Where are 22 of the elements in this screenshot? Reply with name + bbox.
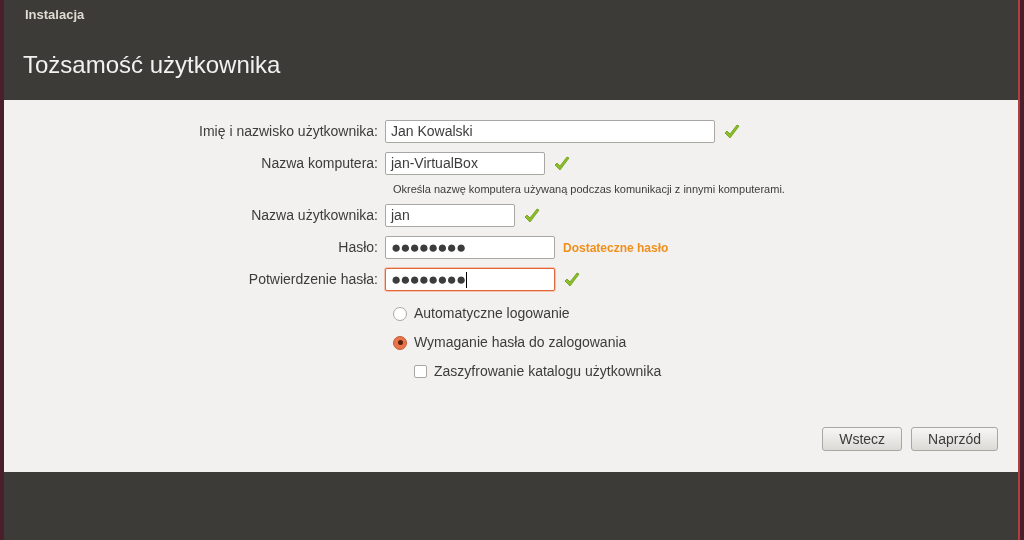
window-title: Instalacja xyxy=(25,6,85,25)
password-field[interactable]: ●●●●●●●● xyxy=(385,268,555,291)
field-label: Imię i nazwisko użytkownika: xyxy=(198,122,379,141)
field-label: Potwierdzenie hasła: xyxy=(247,270,379,289)
radio-label[interactable]: Automatyczne logowanie xyxy=(414,303,570,324)
radio-label[interactable]: Wymaganie hasła do zalogowania xyxy=(414,332,627,353)
password-field[interactable]: ●●●●●●●● xyxy=(385,236,555,259)
input-field[interactable]: jan xyxy=(385,204,515,227)
page-title: Tożsamość użytkownika xyxy=(23,50,281,80)
radio-button[interactable] xyxy=(393,335,407,350)
field-label: Nazwa komputera: xyxy=(260,154,379,173)
nav-button[interactable]: Wstecz xyxy=(822,427,903,451)
hint-text: Określa nazwę komputera używaną podczas komunikacji z innymi komputerami. xyxy=(393,183,785,195)
radio-button[interactable] xyxy=(393,306,407,321)
checkbox[interactable] xyxy=(414,365,427,378)
nav-button[interactable]: Naprzód xyxy=(911,427,998,451)
checkbox-label[interactable]: Zaszyfrowanie katalogu użytkownika xyxy=(434,361,662,382)
input-field[interactable]: jan-VirtualBox xyxy=(385,152,545,175)
input-field[interactable]: Jan Kowalski xyxy=(385,120,715,143)
field-label: Hasło: xyxy=(337,238,379,257)
field-label: Nazwa użytkownika: xyxy=(250,206,379,225)
password-strength: Dostateczne hasło xyxy=(563,239,669,257)
